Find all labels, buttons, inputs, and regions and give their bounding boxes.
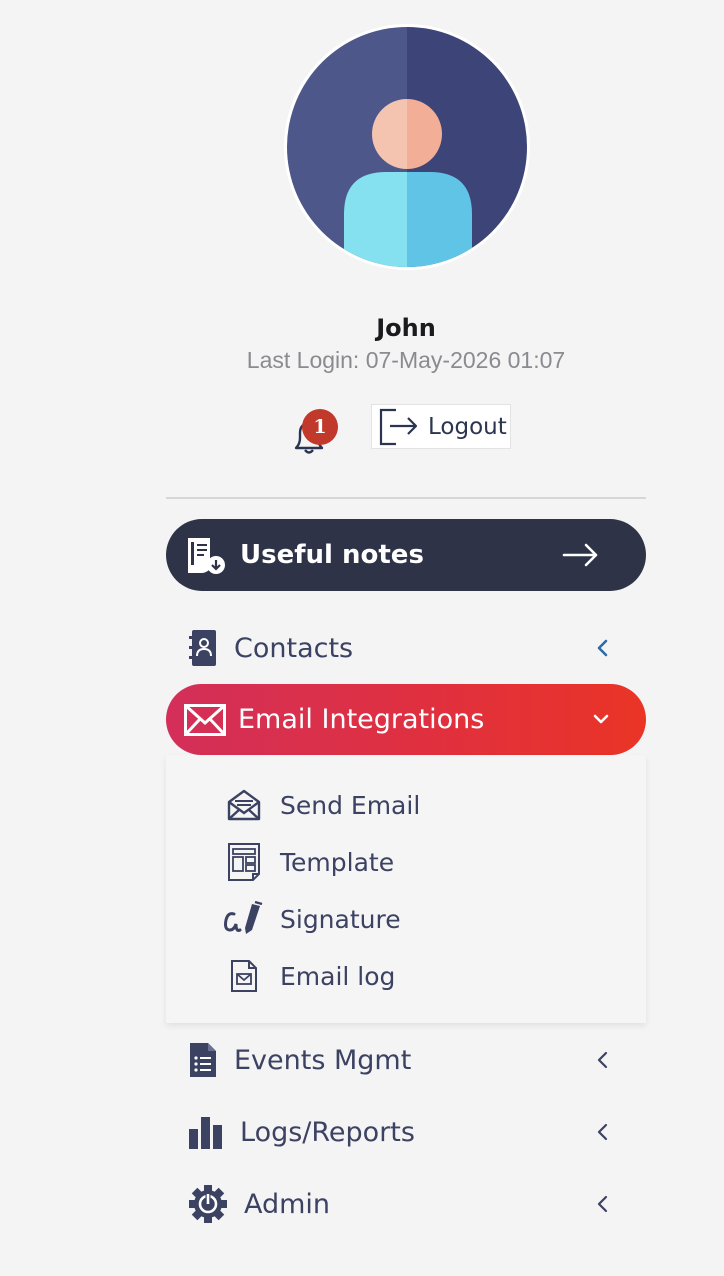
nav-item-logs-reports[interactable]: Logs/Reports (166, 1102, 646, 1162)
useful-notes-label: Useful notes (240, 540, 424, 570)
nav-item-email-integrations[interactable]: Email Integrations (166, 684, 646, 755)
open-envelope-icon (227, 789, 261, 821)
submenu-label-email-log: Email log (280, 961, 396, 991)
submenu-template[interactable]: Template (222, 840, 394, 884)
chevron-left-icon (597, 1051, 608, 1069)
last-login-text: Last Login: 07-May-2026 01:07 (246, 347, 566, 373)
arrow-right-icon (562, 543, 598, 567)
nav-item-events-mgmt[interactable]: Events Mgmt (166, 1030, 646, 1090)
notification-badge: 1 (302, 409, 338, 445)
nav-label-admin: Admin (244, 1188, 331, 1220)
nav-label-logs-reports: Logs/Reports (240, 1116, 415, 1148)
signature-pen-icon (224, 900, 263, 934)
bar-chart-icon (189, 1117, 222, 1149)
nav-label-contacts: Contacts (234, 632, 354, 664)
nav-label-email-integrations: Email Integrations (238, 704, 485, 735)
envelope-icon (184, 703, 226, 736)
document-list-icon (190, 1043, 216, 1077)
submenu-send-email[interactable]: Send Email (222, 783, 420, 827)
user-avatar (284, 24, 530, 270)
chevron-left-icon (597, 1195, 608, 1213)
submenu-email-log[interactable]: Email log (222, 954, 395, 998)
user-name: John (376, 314, 436, 342)
chevron-left-icon (597, 639, 608, 657)
gear-icon (189, 1185, 227, 1223)
chevron-down-icon (593, 714, 609, 724)
email-log-icon (231, 960, 257, 992)
divider (166, 497, 646, 499)
logout-label: Logout (428, 413, 507, 440)
logout-button[interactable]: Logout (371, 404, 511, 449)
notebook-icon (188, 538, 225, 574)
nav-item-admin[interactable]: Admin (166, 1174, 646, 1234)
useful-notes-button[interactable]: Useful notes (166, 519, 646, 591)
submenu-label-send-email: Send Email (280, 790, 421, 820)
email-integrations-submenu: Send Email Template Signature Email log (166, 755, 646, 1023)
chevron-left-icon (597, 1123, 608, 1141)
submenu-signature[interactable]: Signature (222, 897, 401, 941)
contacts-book-icon (189, 630, 216, 666)
submenu-label-signature: Signature (280, 904, 401, 934)
submenu-label-template: Template (280, 847, 395, 877)
nav-item-contacts[interactable]: Contacts (166, 618, 646, 678)
logout-icon (379, 408, 418, 445)
nav-label-events-mgmt: Events Mgmt (234, 1044, 412, 1076)
template-icon (228, 843, 260, 881)
